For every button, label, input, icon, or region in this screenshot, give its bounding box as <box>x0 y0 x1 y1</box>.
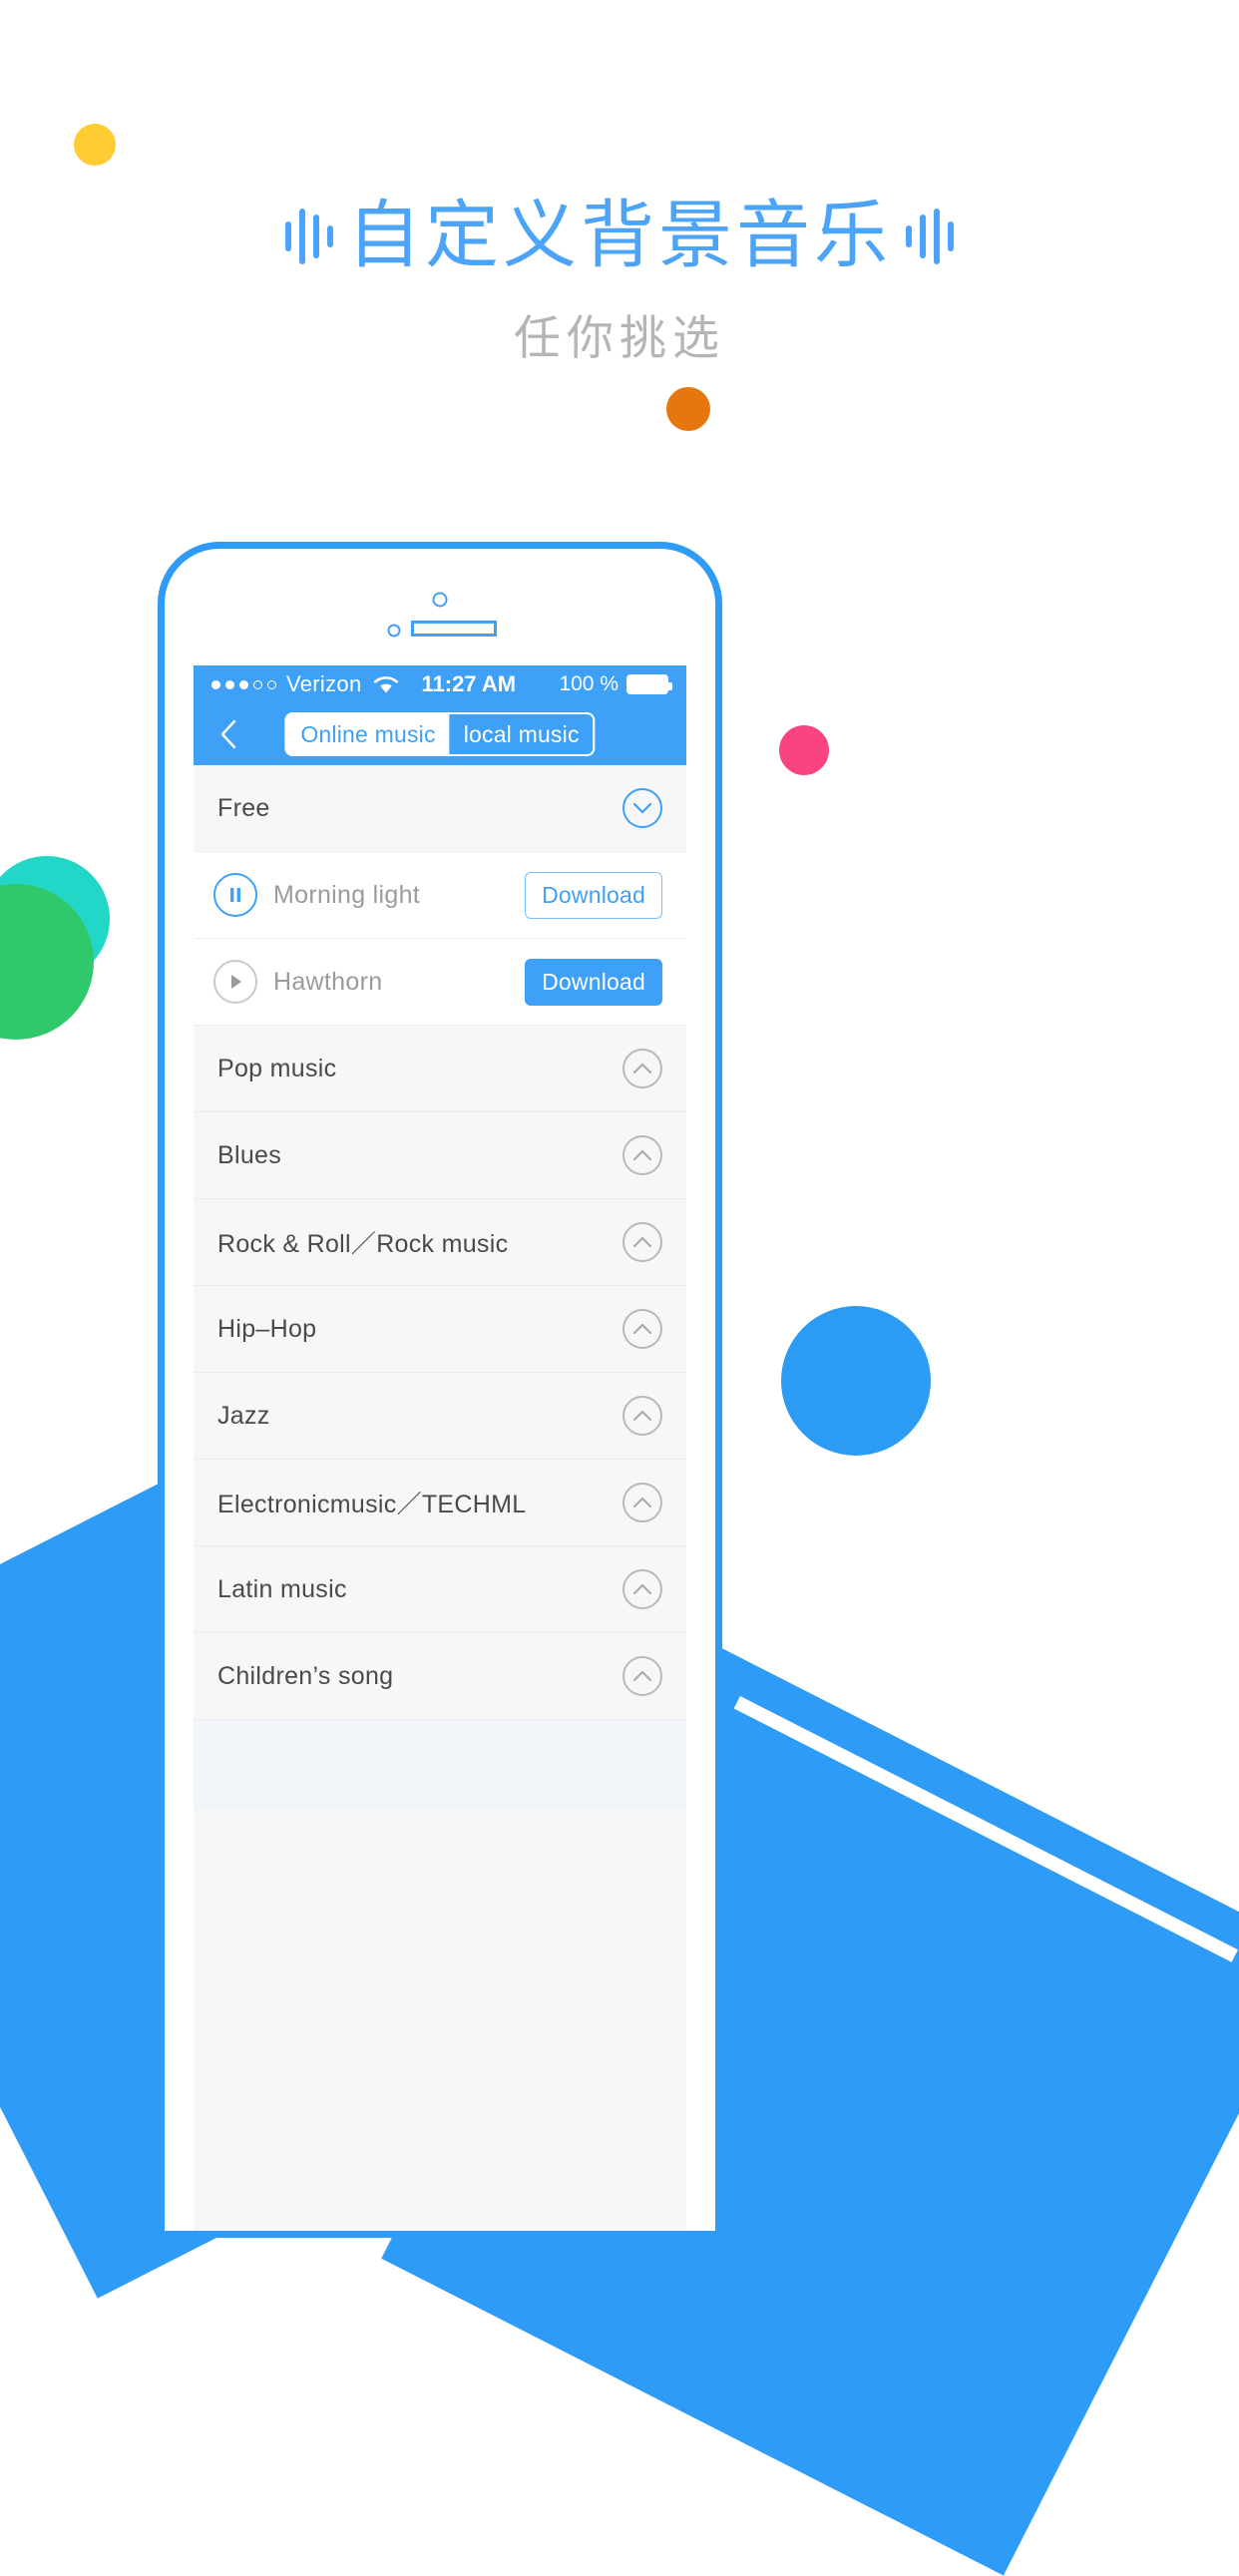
category-label: Latin music <box>217 1574 347 1603</box>
chevron-up-icon[interactable] <box>622 1483 662 1522</box>
category-row-jazz[interactable]: Jazz <box>194 1373 686 1460</box>
battery-icon <box>626 674 672 694</box>
category-label: Pop music <box>217 1054 337 1082</box>
pause-icon[interactable] <box>213 873 257 917</box>
chevron-up-icon[interactable] <box>622 1135 662 1175</box>
chevron-up-icon[interactable] <box>622 1222 662 1262</box>
music-list: Free Morning light Download Hawthorn Dow… <box>194 765 686 1810</box>
category-row-childrens-song[interactable]: Children’s song <box>194 1633 686 1720</box>
category-row-hip-hop[interactable]: Hip–Hop <box>194 1286 686 1373</box>
song-row-hawthorn[interactable]: Hawthorn Download <box>194 939 686 1026</box>
battery-percent-label: 100 % <box>559 672 619 695</box>
carrier-label: Verizon <box>286 671 362 696</box>
chevron-up-icon[interactable] <box>622 1049 662 1088</box>
phone-mockup: Verizon 11:27 AM 100 % Online music loca… <box>158 542 722 2238</box>
status-bar-right: 100 % <box>559 672 672 696</box>
category-label: Jazz <box>217 1401 270 1430</box>
download-button[interactable]: Download <box>525 871 662 919</box>
song-row-morning-light[interactable]: Morning light Download <box>194 852 686 939</box>
chevron-up-icon[interactable] <box>622 1656 662 1696</box>
song-title: Morning light <box>273 880 421 909</box>
category-label: Children’s song <box>217 1661 394 1690</box>
pink-dot <box>779 725 829 775</box>
page-title: 自定义背景音乐 <box>347 193 892 278</box>
headline-block: 自定义背景音乐 <box>0 193 1239 278</box>
tab-local-music[interactable]: local music <box>449 714 594 754</box>
equalizer-left-icon <box>285 204 333 269</box>
chevron-down-icon[interactable] <box>622 788 662 828</box>
category-label: Hip–Hop <box>217 1314 317 1343</box>
segmented-control[interactable]: Online music local music <box>284 712 596 756</box>
category-row-electronic[interactable]: Electronicmusic／TECHML <box>194 1460 686 1546</box>
tab-online-music[interactable]: Online music <box>286 714 450 754</box>
clock-label: 11:27 AM <box>421 671 517 696</box>
page-subtitle: 任你挑选 <box>514 311 725 366</box>
play-icon[interactable] <box>213 960 257 1004</box>
wifi-icon <box>373 675 399 694</box>
equalizer-right-icon <box>906 204 954 269</box>
category-row-blues[interactable]: Blues <box>194 1112 686 1199</box>
category-row-pop-music[interactable]: Pop music <box>194 1026 686 1112</box>
list-bottom-area <box>194 1720 686 1810</box>
phone-screen: Verizon 11:27 AM 100 % Online music loca… <box>194 665 686 2231</box>
chevron-up-icon[interactable] <box>622 1309 662 1349</box>
chevron-up-icon[interactable] <box>622 1396 662 1436</box>
status-bar: Verizon 11:27 AM 100 % <box>194 665 686 703</box>
download-button[interactable]: Download <box>525 958 662 1006</box>
category-label: Electronicmusic／TECHML <box>217 1491 527 1518</box>
signal-strength-icon <box>211 679 276 689</box>
category-label: Rock & Roll／Rock music <box>217 1230 509 1258</box>
section-header-free[interactable]: Free <box>194 765 686 852</box>
orange-dot <box>666 387 710 431</box>
chevron-up-icon[interactable] <box>622 1569 662 1609</box>
category-row-rock[interactable]: Rock & Roll／Rock music <box>194 1199 686 1286</box>
category-row-latin[interactable]: Latin music <box>194 1546 686 1633</box>
section-header-label: Free <box>217 793 270 822</box>
back-button[interactable] <box>211 717 245 751</box>
blue-dot <box>781 1306 931 1456</box>
category-label: Blues <box>217 1140 282 1169</box>
song-title: Hawthorn <box>273 967 383 996</box>
phone-speaker-camera <box>387 592 497 638</box>
yellow-dot <box>74 124 116 166</box>
nav-bar: Online music local music <box>194 703 686 765</box>
